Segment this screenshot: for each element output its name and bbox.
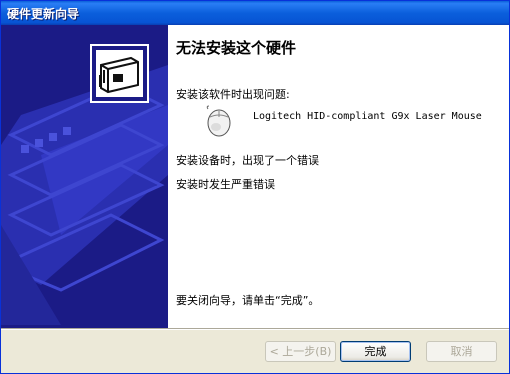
back-button[interactable]: < 上一步(B) [265, 341, 336, 362]
side-panel-graphic [1, 25, 168, 328]
cancel-button[interactable]: 取消 [426, 341, 497, 362]
device-name: Logitech HID-compliant G9x Laser Mouse [253, 111, 482, 122]
window-title: 硬件更新向导 [7, 7, 80, 21]
finish-button[interactable]: 完成 [340, 341, 411, 362]
title-bar[interactable]: 硬件更新向导 [1, 1, 509, 25]
wizard-side-panel [1, 25, 168, 328]
hardware-card-icon [90, 44, 149, 103]
problem-intro-text: 安装该软件时出现问题: [176, 88, 290, 101]
wizard-window: 硬件更新向导 无法安装这个硬件 安装该软件时出现问题: Logitech HID… [0, 0, 510, 374]
mouse-icon [206, 105, 231, 137]
error-message-1: 安装设备时，出现了一个错误 [176, 154, 319, 167]
page-title: 无法安装这个硬件 [176, 39, 297, 57]
error-message-2: 安装时发生严重错误 [176, 178, 275, 191]
wizard-content: 无法安装这个硬件 安装该软件时出现问题: Logitech HID-compli… [168, 25, 509, 328]
finish-instruction: 要关闭向导，请单击“完成”。 [176, 294, 320, 307]
button-separator [1, 328, 509, 330]
